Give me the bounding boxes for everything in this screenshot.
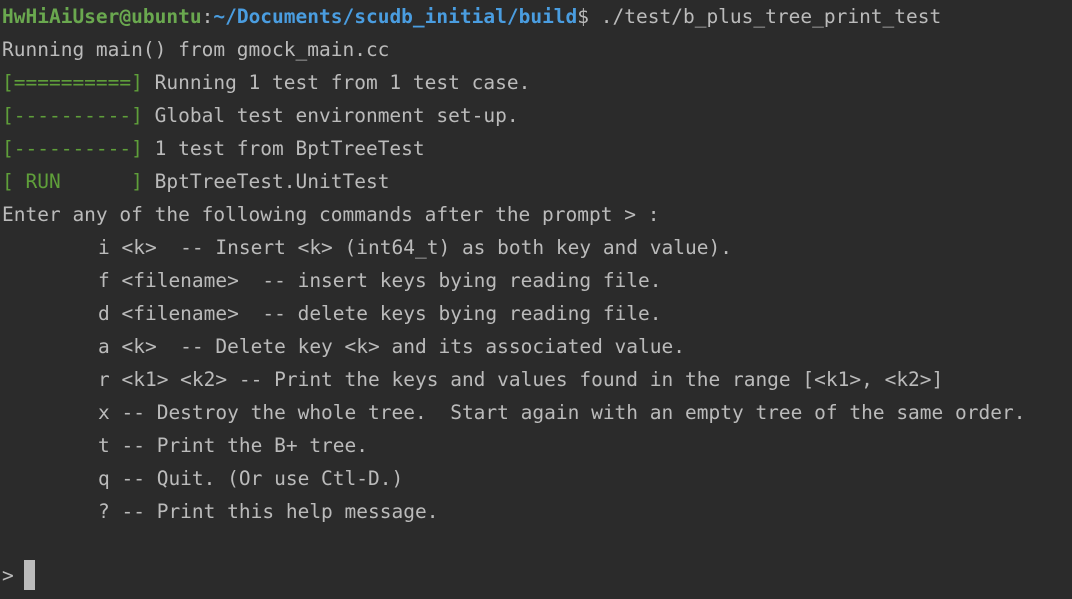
- input-prompt-symbol: >: [2, 564, 14, 587]
- text-cursor[interactable]: [23, 559, 35, 590]
- global-env-text: Global test environment set-up.: [142, 104, 519, 127]
- tests-from-text: 1 test from BptTreeTest: [142, 137, 425, 160]
- prompt-colon: :: [201, 5, 214, 28]
- output-global-env: [----------] Global test environment set…: [2, 99, 1072, 132]
- gtest-tag-run: [ RUN ]: [2, 170, 143, 193]
- output-running-tests: [==========] Running 1 test from 1 test …: [2, 66, 1072, 99]
- help-line-text: i <k> -- Insert <k> (int64_t) as both ke…: [98, 236, 732, 259]
- gtest-tag-dash: [----------]: [2, 104, 143, 127]
- help-line: d <filename> -- delete keys bying readin…: [2, 297, 1072, 330]
- help-line: q -- Quit. (Or use Ctl-D.): [2, 462, 1072, 495]
- prompt-sigil: $: [577, 5, 590, 28]
- help-line-text: t -- Print the B+ tree.: [98, 434, 369, 457]
- unit-test-text: BptTreeTest.UnitTest: [142, 170, 390, 193]
- shell-command-line: HwHiAiUser@ubuntu:~/Documents/scudb_init…: [2, 0, 1072, 33]
- help-line: ? -- Print this help message.: [2, 495, 1072, 528]
- input-prompt-line[interactable]: >: [2, 559, 35, 592]
- help-line: i <k> -- Insert <k> (int64_t) as both ke…: [2, 231, 1072, 264]
- prompt-path: ~/Documents/scudb_initial/build: [213, 5, 578, 28]
- prompt-user-host: HwHiAiUser@ubuntu: [2, 5, 202, 28]
- help-line: x -- Destroy the whole tree. Start again…: [2, 396, 1072, 429]
- shell-command: ./test/b_plus_tree_print_test: [589, 5, 942, 28]
- help-line: r <k1> <k2> -- Print the keys and values…: [2, 363, 1072, 396]
- terminal-window[interactable]: HwHiAiUser@ubuntu:~/Documents/scudb_init…: [0, 0, 1072, 599]
- help-line-text: d <filename> -- delete keys bying readin…: [98, 302, 662, 325]
- help-line-text: a <k> -- Delete key <k> and its associat…: [98, 335, 685, 358]
- help-line-text: q -- Quit. (Or use Ctl-D.): [98, 467, 404, 490]
- running-tests-text: Running 1 test from 1 test case.: [142, 71, 531, 94]
- help-line-text: ? -- Print this help message.: [98, 500, 439, 523]
- help-line-text: r <k1> <k2> -- Print the keys and values…: [98, 368, 944, 391]
- help-line-text: x -- Destroy the whole tree. Start again…: [98, 401, 1026, 424]
- help-line: a <k> -- Delete key <k> and its associat…: [2, 330, 1072, 363]
- gtest-tag-dash: [----------]: [2, 137, 143, 160]
- gtest-tag-eq: [==========]: [2, 71, 143, 94]
- output-tests-from: [----------] 1 test from BptTreeTest: [2, 132, 1072, 165]
- help-line: t -- Print the B+ tree.: [2, 429, 1072, 462]
- help-line-text: f <filename> -- insert keys bying readin…: [98, 269, 662, 292]
- output-run: [ RUN ] BptTreeTest.UnitTest: [2, 165, 1072, 198]
- output-enter-commands: Enter any of the following commands afte…: [2, 203, 660, 226]
- help-line: f <filename> -- insert keys bying readin…: [2, 264, 1072, 297]
- output-running-main: Running main() from gmock_main.cc: [2, 38, 390, 61]
